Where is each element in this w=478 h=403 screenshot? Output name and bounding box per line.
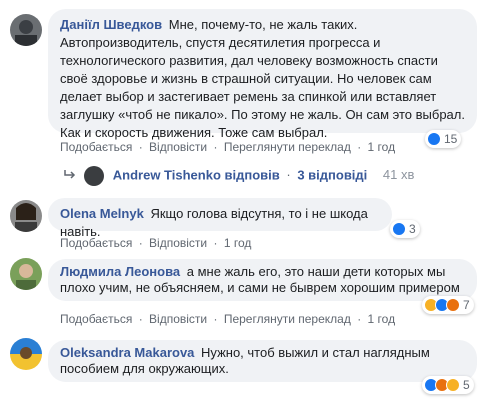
translate-button[interactable]: Переглянути переклад xyxy=(224,140,351,154)
comment-bubble: Даніїл Шведков Мне, почему-то, не жаль т… xyxy=(48,9,477,140)
like-button[interactable]: Подобається xyxy=(60,140,132,154)
like-reaction-icon xyxy=(392,222,406,236)
reply-button[interactable]: Відповісти xyxy=(149,140,207,154)
timestamp[interactable]: 1 год xyxy=(368,312,396,326)
timestamp[interactable]: 1 год xyxy=(224,236,252,250)
reaction-summary[interactable]: 3 xyxy=(390,220,420,238)
like-button[interactable]: Подобається xyxy=(60,236,132,250)
timestamp[interactable]: 1 год xyxy=(368,140,396,154)
like-reaction-icon xyxy=(427,132,441,146)
reply-author[interactable]: Andrew Tishenko відповів xyxy=(113,167,280,182)
avatar[interactable] xyxy=(10,14,42,46)
reaction-summary[interactable]: 7 xyxy=(422,296,474,314)
replies-count[interactable]: 3 відповіді xyxy=(297,167,367,182)
replies-summary[interactable]: Andrew Tishenko відповів · 3 відповіді 4… xyxy=(64,166,414,186)
comment-author[interactable]: Людмила Леонова xyxy=(60,264,180,279)
comment-bubble: Людмила Леонова а мне жаль его, это наши… xyxy=(48,259,477,301)
avatar[interactable] xyxy=(10,200,42,232)
comment-author[interactable]: Olena Melnyk xyxy=(60,206,144,221)
translate-button[interactable]: Переглянути переклад xyxy=(224,312,351,326)
angry-reaction-icon xyxy=(446,298,460,312)
haha-reaction-icon xyxy=(446,378,460,392)
reply-time: 41 хв xyxy=(382,167,415,183)
reply-button[interactable]: Відповісти xyxy=(149,236,207,250)
avatar[interactable] xyxy=(10,258,42,290)
reaction-summary[interactable]: 15 xyxy=(425,130,462,148)
reply-button[interactable]: Відповісти xyxy=(149,312,207,326)
comment-author[interactable]: Даніїл Шведков xyxy=(60,17,162,32)
comment-author[interactable]: Oleksandra Makarova xyxy=(60,345,194,360)
reply-avatar xyxy=(83,166,104,186)
comment-text: Мне, почему-то, не жаль таких. Автопроиз… xyxy=(60,17,465,140)
comment-bubble: Oleksandra Makarova Нужно, чтоб выжил и … xyxy=(48,340,477,382)
comment-bubble: Olena Melnyk Якщо голова відсутня, то і … xyxy=(48,198,392,239)
like-button[interactable]: Подобається xyxy=(60,312,132,326)
reply-arrow-icon xyxy=(64,167,80,182)
avatar[interactable] xyxy=(10,338,42,370)
reaction-summary[interactable]: 5 xyxy=(422,376,474,394)
